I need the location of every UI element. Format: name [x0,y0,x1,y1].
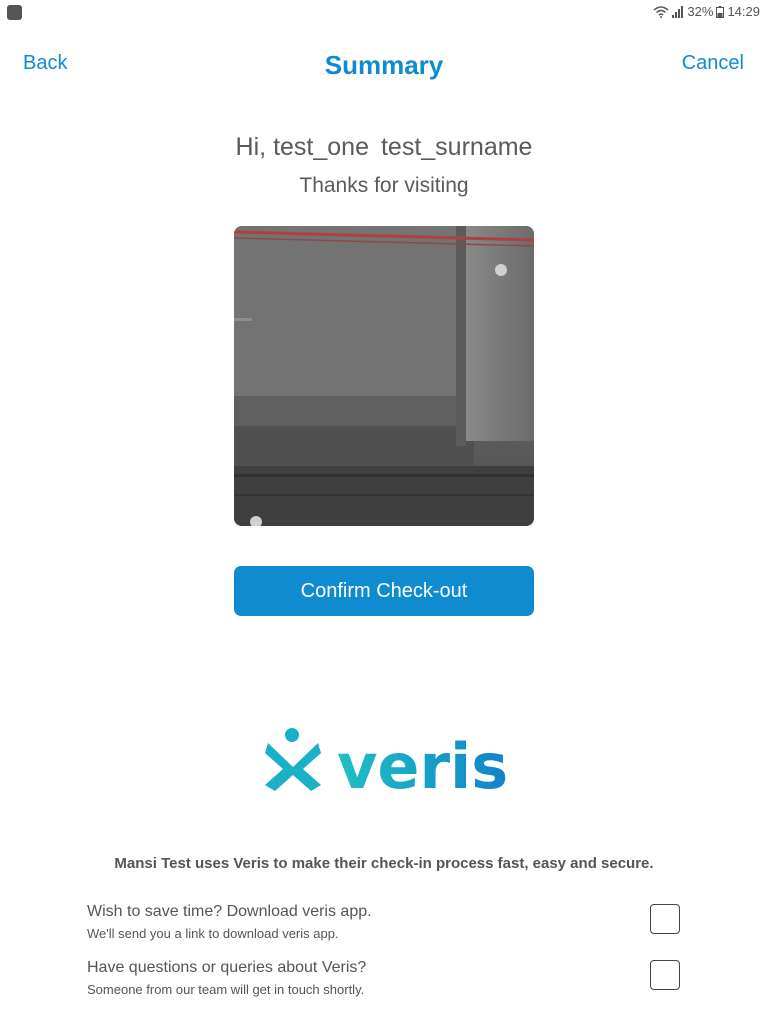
visitor-photo [234,226,534,526]
option-title: Have questions or queries about Veris? [87,959,367,976]
battery-icon [716,5,725,18]
veris-logo: veris [263,725,508,803]
questions-option: Have questions or queries about Veris? S… [87,959,687,999]
logo-wordmark: veris [337,730,508,797]
download-app-option: Wish to save time? Download veris app. W… [87,903,687,943]
battery-percentage: 32% [687,4,714,19]
option-description: We'll send you a link to download veris … [87,926,339,941]
status-indicators: 32% 14:29 [653,4,760,19]
page-title: Summary [324,50,444,80]
questions-checkbox[interactable] [650,960,680,990]
veris-logo-mark: veris [265,728,508,803]
download-app-checkbox[interactable] [650,904,680,934]
navigation-bar: Back Summary Cancel [0,40,768,90]
powered-by-text: Mansi Test uses Veris to make their chec… [114,855,654,872]
greeting: Hi, test_one test_surname [0,133,768,162]
photo-image [234,226,534,526]
thanks-subtitle: Thanks for visiting [299,174,469,197]
option-description: Someone from our team will get in touch … [87,982,365,997]
clock: 14:29 [727,4,760,19]
confirm-checkout-button[interactable]: Confirm Check-out [234,566,534,616]
option-title: Wish to save time? Download veris app. [87,903,372,920]
visitor-last-name: test_surname [380,133,533,161]
visitor-first-name: test_one [273,133,369,161]
greeting-prefix: Hi, [235,133,267,161]
app-icon [7,5,22,20]
signal-icon [672,5,684,18]
cancel-button[interactable]: Cancel [682,52,744,75]
status-bar: 32% 14:29 [0,0,768,24]
wifi-icon [653,5,669,18]
